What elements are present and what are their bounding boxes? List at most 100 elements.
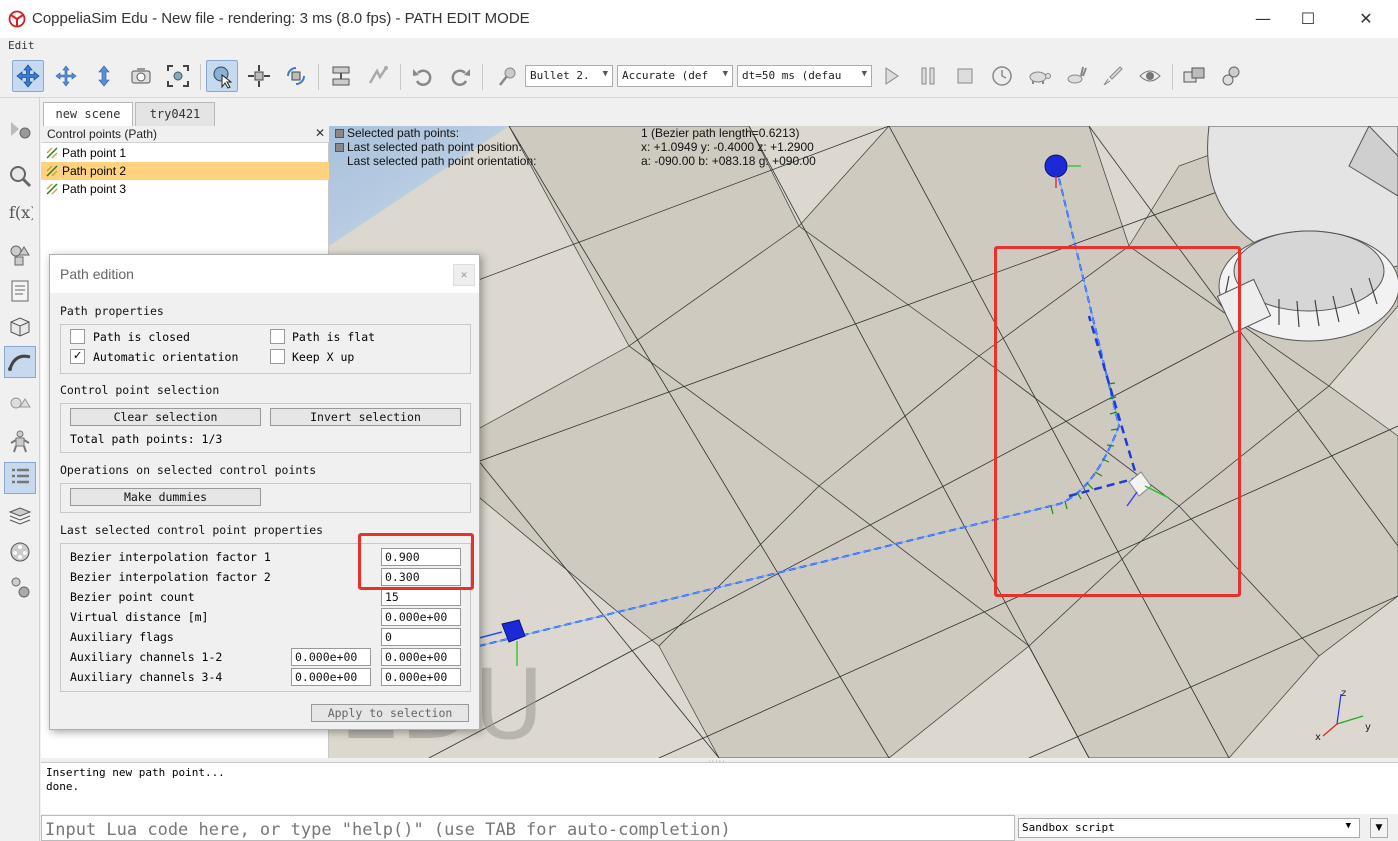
up-down-arrow-icon: [98, 65, 110, 87]
collections-button[interactable]: [4, 239, 36, 271]
undo-icon: [413, 69, 432, 86]
assemble-button[interactable]: [325, 60, 357, 92]
threaded-rendering-button[interactable]: [1097, 60, 1129, 92]
user-settings-button[interactable]: [1215, 60, 1247, 92]
layers-button[interactable]: [4, 500, 36, 532]
keep-x-up-checkbox[interactable]: [270, 349, 285, 364]
minimize-button[interactable]: —: [1240, 6, 1286, 32]
aux-channel-3-field[interactable]: 0.000e+00: [291, 668, 371, 686]
user-settings-side-button[interactable]: [4, 572, 36, 604]
model-button[interactable]: [4, 426, 36, 458]
scene-tabs: new scene try0421: [41, 98, 1398, 126]
camera-rotate-button[interactable]: [50, 60, 82, 92]
speed-up-button[interactable]: [1060, 60, 1092, 92]
simulation-gear-icon: [11, 122, 31, 139]
dialog-title: Path edition: [60, 266, 134, 282]
path-is-flat-checkbox[interactable]: [270, 329, 285, 344]
tab-try0421[interactable]: try0421: [135, 102, 215, 126]
path-edit-button[interactable]: [4, 346, 36, 378]
chevron-down-icon: ▼: [602, 69, 608, 79]
list-item-path-point-2[interactable]: Path point 2: [41, 162, 329, 180]
maximize-button[interactable]: ☐: [1285, 6, 1331, 32]
coppeliasim-logo-icon: [8, 10, 26, 28]
undo-button[interactable]: [407, 60, 439, 92]
physics-engine-select[interactable]: Bullet 2. ▼: [525, 65, 613, 87]
camera-pan-button[interactable]: [12, 60, 44, 92]
real-time-button[interactable]: [986, 60, 1018, 92]
automatic-orientation-label: Automatic orientation: [93, 350, 239, 364]
axis-z-label: z: [1341, 688, 1346, 699]
operations-heading: Operations on selected control points: [60, 463, 317, 477]
tab-new-scene[interactable]: new scene: [43, 102, 133, 126]
make-dummies-button[interactable]: Make dummies: [70, 488, 261, 506]
model-browser-button[interactable]: [4, 160, 36, 192]
info-toggle-icon[interactable]: [335, 129, 344, 138]
path-point-icon: [46, 147, 58, 159]
slow-down-button[interactable]: [1023, 60, 1055, 92]
object-shift-button[interactable]: [243, 60, 275, 92]
clear-selection-button[interactable]: Clear selection: [70, 408, 261, 426]
transfer-dna-button[interactable]: [362, 60, 394, 92]
highlight-path-curve: [994, 246, 1241, 597]
dynamics-icon: [499, 67, 516, 86]
selection-button[interactable]: [4, 390, 36, 422]
rabbit-icon: [1067, 66, 1087, 84]
apply-to-selection-button[interactable]: Apply to selection: [311, 704, 469, 722]
invert-selection-button[interactable]: Invert selection: [270, 408, 461, 426]
calculation-modules-button[interactable]: f(x): [4, 196, 36, 228]
virtual-distance-field[interactable]: 0.000e+00: [381, 608, 461, 626]
scene-hierarchy-button[interactable]: [4, 462, 36, 494]
video-recorder-button[interactable]: [4, 536, 36, 568]
aux-channel-2-field[interactable]: 0.000e+00: [381, 648, 461, 666]
pause-simulation-button[interactable]: [912, 60, 944, 92]
control-points-header: Control points (Path) ✕: [41, 126, 329, 143]
dynamics-toggle-button[interactable]: [492, 60, 524, 92]
dialog-close-button[interactable]: ✕: [453, 264, 475, 286]
move-arrows-icon: [16, 64, 40, 88]
auxiliary-flags-field[interactable]: 0: [381, 628, 461, 646]
list-item-label: Path point 1: [62, 146, 127, 160]
info-toggle-icon[interactable]: [335, 143, 344, 152]
dialog-title-bar: Path edition ✕: [50, 255, 479, 293]
click-selection-button[interactable]: [206, 60, 238, 92]
timestep-value: dt=50 ms (defau: [742, 69, 842, 82]
camera-shift-button[interactable]: [88, 60, 120, 92]
list-item-label: Path point 2: [62, 164, 127, 178]
path-is-closed-checkbox[interactable]: [70, 329, 85, 344]
close-icon[interactable]: ✕: [315, 126, 325, 140]
turtle-icon: [1029, 71, 1051, 84]
bezier-point-count-field[interactable]: 15: [381, 588, 461, 606]
aux-channel-4-field[interactable]: 0.000e+00: [381, 668, 461, 686]
list-item-path-point-1[interactable]: Path point 1: [41, 144, 329, 162]
info-value: 1 (Bezier path length=0.6213): [641, 126, 800, 140]
console-line: done.: [46, 780, 80, 793]
bezier-point-count-label: Bezier point count: [70, 590, 195, 604]
script-options-button[interactable]: ▼: [1370, 818, 1388, 838]
object-rotate-icon: [287, 67, 305, 85]
accuracy-select[interactable]: Accurate (def ▼: [617, 65, 733, 87]
axis-x-label: x: [1315, 732, 1321, 743]
toggle-visualization-button[interactable]: [1134, 60, 1166, 92]
redo-button[interactable]: [444, 60, 476, 92]
scene-selector-button[interactable]: [1178, 60, 1210, 92]
selection-shapes-icon: [10, 397, 31, 409]
list-item-path-point-3[interactable]: Path point 3: [41, 180, 329, 198]
shapes-icon: [10, 245, 30, 266]
scripts-button[interactable]: [4, 275, 36, 307]
start-simulation-button[interactable]: [875, 60, 907, 92]
shape-edit-button[interactable]: [4, 311, 36, 343]
object-rotate-button[interactable]: [280, 60, 312, 92]
axis-y-label: y: [1365, 722, 1371, 733]
lua-command-input[interactable]: [41, 815, 1015, 841]
script-select[interactable]: Sandbox script ▼: [1018, 818, 1360, 838]
simulation-settings-button[interactable]: [4, 114, 36, 146]
fit-to-view-button[interactable]: [162, 60, 194, 92]
camera-angle-button[interactable]: [125, 60, 157, 92]
close-window-button[interactable]: ✕: [1343, 6, 1389, 32]
status-console: Inserting new path point... done.: [41, 762, 1398, 814]
automatic-orientation-checkbox[interactable]: ✓: [70, 349, 85, 364]
stop-simulation-button[interactable]: [949, 60, 981, 92]
aux-channel-1-field[interactable]: 0.000e+00: [291, 648, 371, 666]
menu-edit[interactable]: Edit: [8, 39, 35, 52]
timestep-select[interactable]: dt=50 ms (defau ▼: [737, 65, 872, 87]
